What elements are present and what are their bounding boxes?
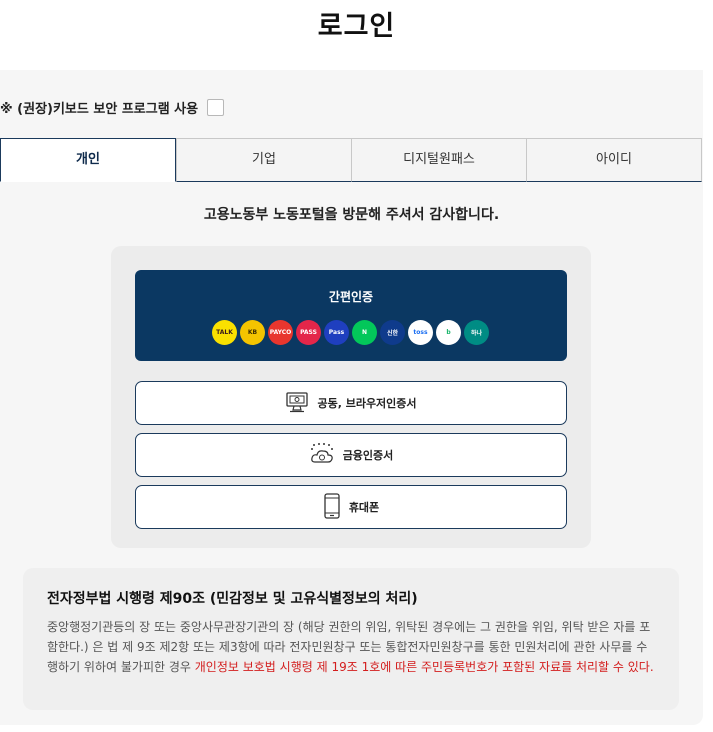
computer-certificate-icon — [285, 391, 309, 416]
simple-auth-label: 간편인증 — [328, 290, 374, 304]
financial-certificate-button[interactable]: 금융인증서 — [135, 433, 567, 477]
keyboard-security-row[interactable]: ※ (권장)키보드 보안 프로그램 사용 — [0, 96, 225, 118]
cloud-certificate-icon — [309, 442, 335, 469]
privacy-notice: 전자정부법 시행령 제90조 (민감정보 및 고유식별정보의 처리) 중앙행정기… — [23, 568, 679, 710]
toss-icon: toss — [408, 320, 433, 345]
keyboard-security-checkbox[interactable] — [207, 98, 225, 116]
mobile-phone-icon — [323, 492, 341, 522]
pass-icon: PASS — [296, 320, 321, 345]
mobile-phone-button[interactable]: 휴대폰 — [135, 485, 567, 529]
keyboard-security-label: ※ (권장)키보드 보안 프로그램 사용 — [0, 101, 199, 117]
notice-highlight-text: 개인정보 보호법 시행령 제 19조 1호에 따른 주민등록번호가 포함된 자료… — [194, 660, 654, 674]
shinhan-icon: 신한 — [380, 320, 405, 345]
tab-personal[interactable]: 개인 — [0, 138, 176, 182]
joint-certificate-label: 공동, 브라우저인증서 — [317, 397, 417, 410]
page-title: 로그인 — [317, 11, 396, 42]
payco-icon: PAYCO — [268, 320, 293, 345]
tab-business[interactable]: 기업 — [176, 138, 351, 182]
kakaotalk-icon: TALK — [212, 320, 237, 345]
simple-auth-button[interactable]: 간편인증 TALK KB PAYCO PASS Pass N 신한 toss b 하나 — [135, 270, 567, 361]
samsung-pass-icon: Pass — [324, 320, 349, 345]
simple-auth-providers: TALK KB PAYCO PASS Pass N 신한 toss b 하나 — [212, 320, 489, 345]
notice-title: 전자정부법 시행령 제90조 (민감정보 및 고유식별정보의 처리) — [47, 591, 418, 607]
financial-certificate-label: 금융인증서 — [342, 449, 394, 462]
banksalad-icon: b — [436, 320, 461, 345]
notice-body: 중앙행정기관등의 장 또는 중앙사무관장기관의 장 (해당 권한의 위임, 위탁… — [47, 617, 657, 677]
mobile-phone-label: 휴대폰 — [348, 501, 380, 514]
welcome-text: 고용노동부 노동포털을 방문해 주셔서 감사합니다. — [203, 207, 500, 223]
kb-icon: KB — [240, 320, 265, 345]
tab-digital-onepass[interactable]: 디지털원패스 — [351, 138, 526, 182]
hana-icon: 하나 — [464, 320, 489, 345]
login-tabs: 개인 기업 디지털원패스 아이디 — [0, 138, 702, 182]
naver-icon: N — [352, 320, 377, 345]
joint-certificate-button[interactable]: 공동, 브라우저인증서 — [135, 381, 567, 425]
tab-id[interactable]: 아이디 — [526, 138, 702, 182]
